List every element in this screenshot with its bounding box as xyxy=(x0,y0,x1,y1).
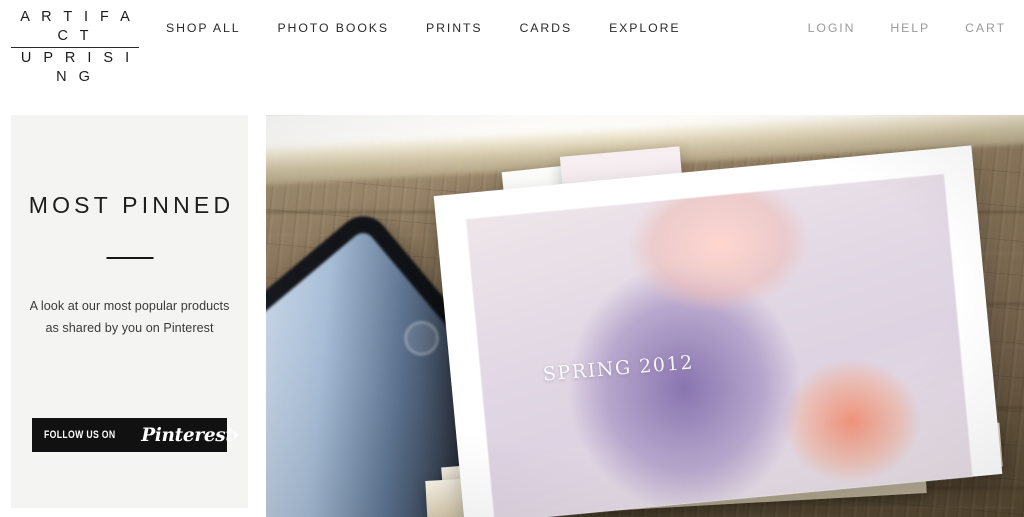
logo-divider xyxy=(11,47,139,48)
nav-item-shop-all[interactable]: SHOP ALL xyxy=(166,21,240,35)
pinterest-wordmark: Pinterest xyxy=(141,424,234,446)
panel-title-divider xyxy=(106,257,153,259)
follow-button-label: FOLLOW US ON xyxy=(44,429,116,441)
page-root: A R T I F A C T U P R I S I N G SHOP ALL… xyxy=(0,0,1024,517)
photo-book-cover-image xyxy=(465,174,973,517)
panel-description-line-2: as shared by you on Pinterest xyxy=(45,320,214,335)
primary-navigation: SHOP ALL PHOTO BOOKS PRINTS CARDS EXPLOR… xyxy=(166,21,717,35)
nav-item-help[interactable]: HELP xyxy=(890,21,930,35)
most-pinned-panel: MOST PINNED A look at our most popular p… xyxy=(11,115,248,508)
nav-item-cards[interactable]: CARDS xyxy=(520,21,573,35)
nav-item-explore[interactable]: EXPLORE xyxy=(609,21,680,35)
logo-line-artifact: A R T I F A C T xyxy=(20,9,134,44)
nav-item-photo-books[interactable]: PHOTO BOOKS xyxy=(277,21,389,35)
nav-item-cart[interactable]: CART xyxy=(965,21,1006,35)
most-pinned-hero-image[interactable]: SPRING 2012 xyxy=(266,115,1024,517)
site-header: A R T I F A C T U P R I S I N G SHOP ALL… xyxy=(0,0,1024,85)
photo-book-cover: SPRING 2012 xyxy=(433,145,1003,517)
panel-title: MOST PINNED xyxy=(28,192,235,218)
logo-line-uprising: U P R I S I N G xyxy=(20,50,134,85)
follow-us-on-pinterest-button[interactable]: FOLLOW US ON Pinterest xyxy=(32,418,239,452)
panel-description-line-1: A look at our most popular products xyxy=(29,298,230,313)
site-logo[interactable]: A R T I F A C T U P R I S I N G xyxy=(11,8,139,87)
utility-navigation: LOGIN HELP CART xyxy=(773,21,1006,35)
nav-item-login[interactable]: LOGIN xyxy=(808,21,856,35)
panel-description: A look at our most popular products as s… xyxy=(11,295,248,339)
chevron-right-icon xyxy=(233,431,239,439)
nav-item-prints[interactable]: PRINTS xyxy=(426,21,483,35)
